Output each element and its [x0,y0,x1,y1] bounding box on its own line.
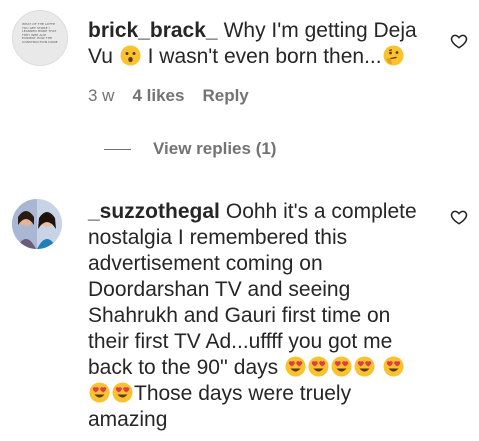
heart-eyes-emoji-icon [383,356,404,377]
neutral-face-emoji-icon [120,45,141,66]
view-replies-button[interactable]: View replies (1) [104,139,276,159]
comment-username[interactable]: brick_brack_ [88,19,218,42]
heart-eyes-emoji-icon [331,356,352,377]
divider [104,148,131,150]
avatar[interactable]: WHAT OF THE LOTTE YOU GET STORE I LEARNE… [12,10,68,66]
view-replies-label: View replies (1) [153,139,277,158]
comment-body: brick_brack_ Why I'm getting Deja Vu I wa… [88,18,428,70]
heart-eyes-emoji-icon [285,356,306,377]
likes-count[interactable]: 4 likes [132,86,184,106]
comment-body: _suzzothegal Oohh it's a complete nostalg… [88,199,418,433]
heart-eyes-emoji-icon [112,382,133,403]
comment-text: Oohh it's a complete nostalgia I remembe… [88,200,417,379]
reply-button[interactable]: Reply [202,86,248,106]
like-heart-icon[interactable] [450,32,468,50]
comment-text-continued: I wasn't even born then... [147,45,382,68]
comment-meta: 3 w 4 likes Reply [88,86,249,106]
heart-eyes-emoji-icon [89,382,110,403]
comment-username[interactable]: _suzzothegal [88,200,220,223]
thinking-face-emoji-icon [383,45,404,66]
avatar[interactable] [12,199,62,249]
heart-eyes-emoji-icon [354,356,375,377]
comment-time: 3 w [88,86,115,105]
like-heart-icon[interactable] [450,208,468,226]
heart-eyes-emoji-icon [308,356,329,377]
avatar-text: WHAT OF THE LOTTE YOU GET STORE I LEARNE… [22,22,58,44]
